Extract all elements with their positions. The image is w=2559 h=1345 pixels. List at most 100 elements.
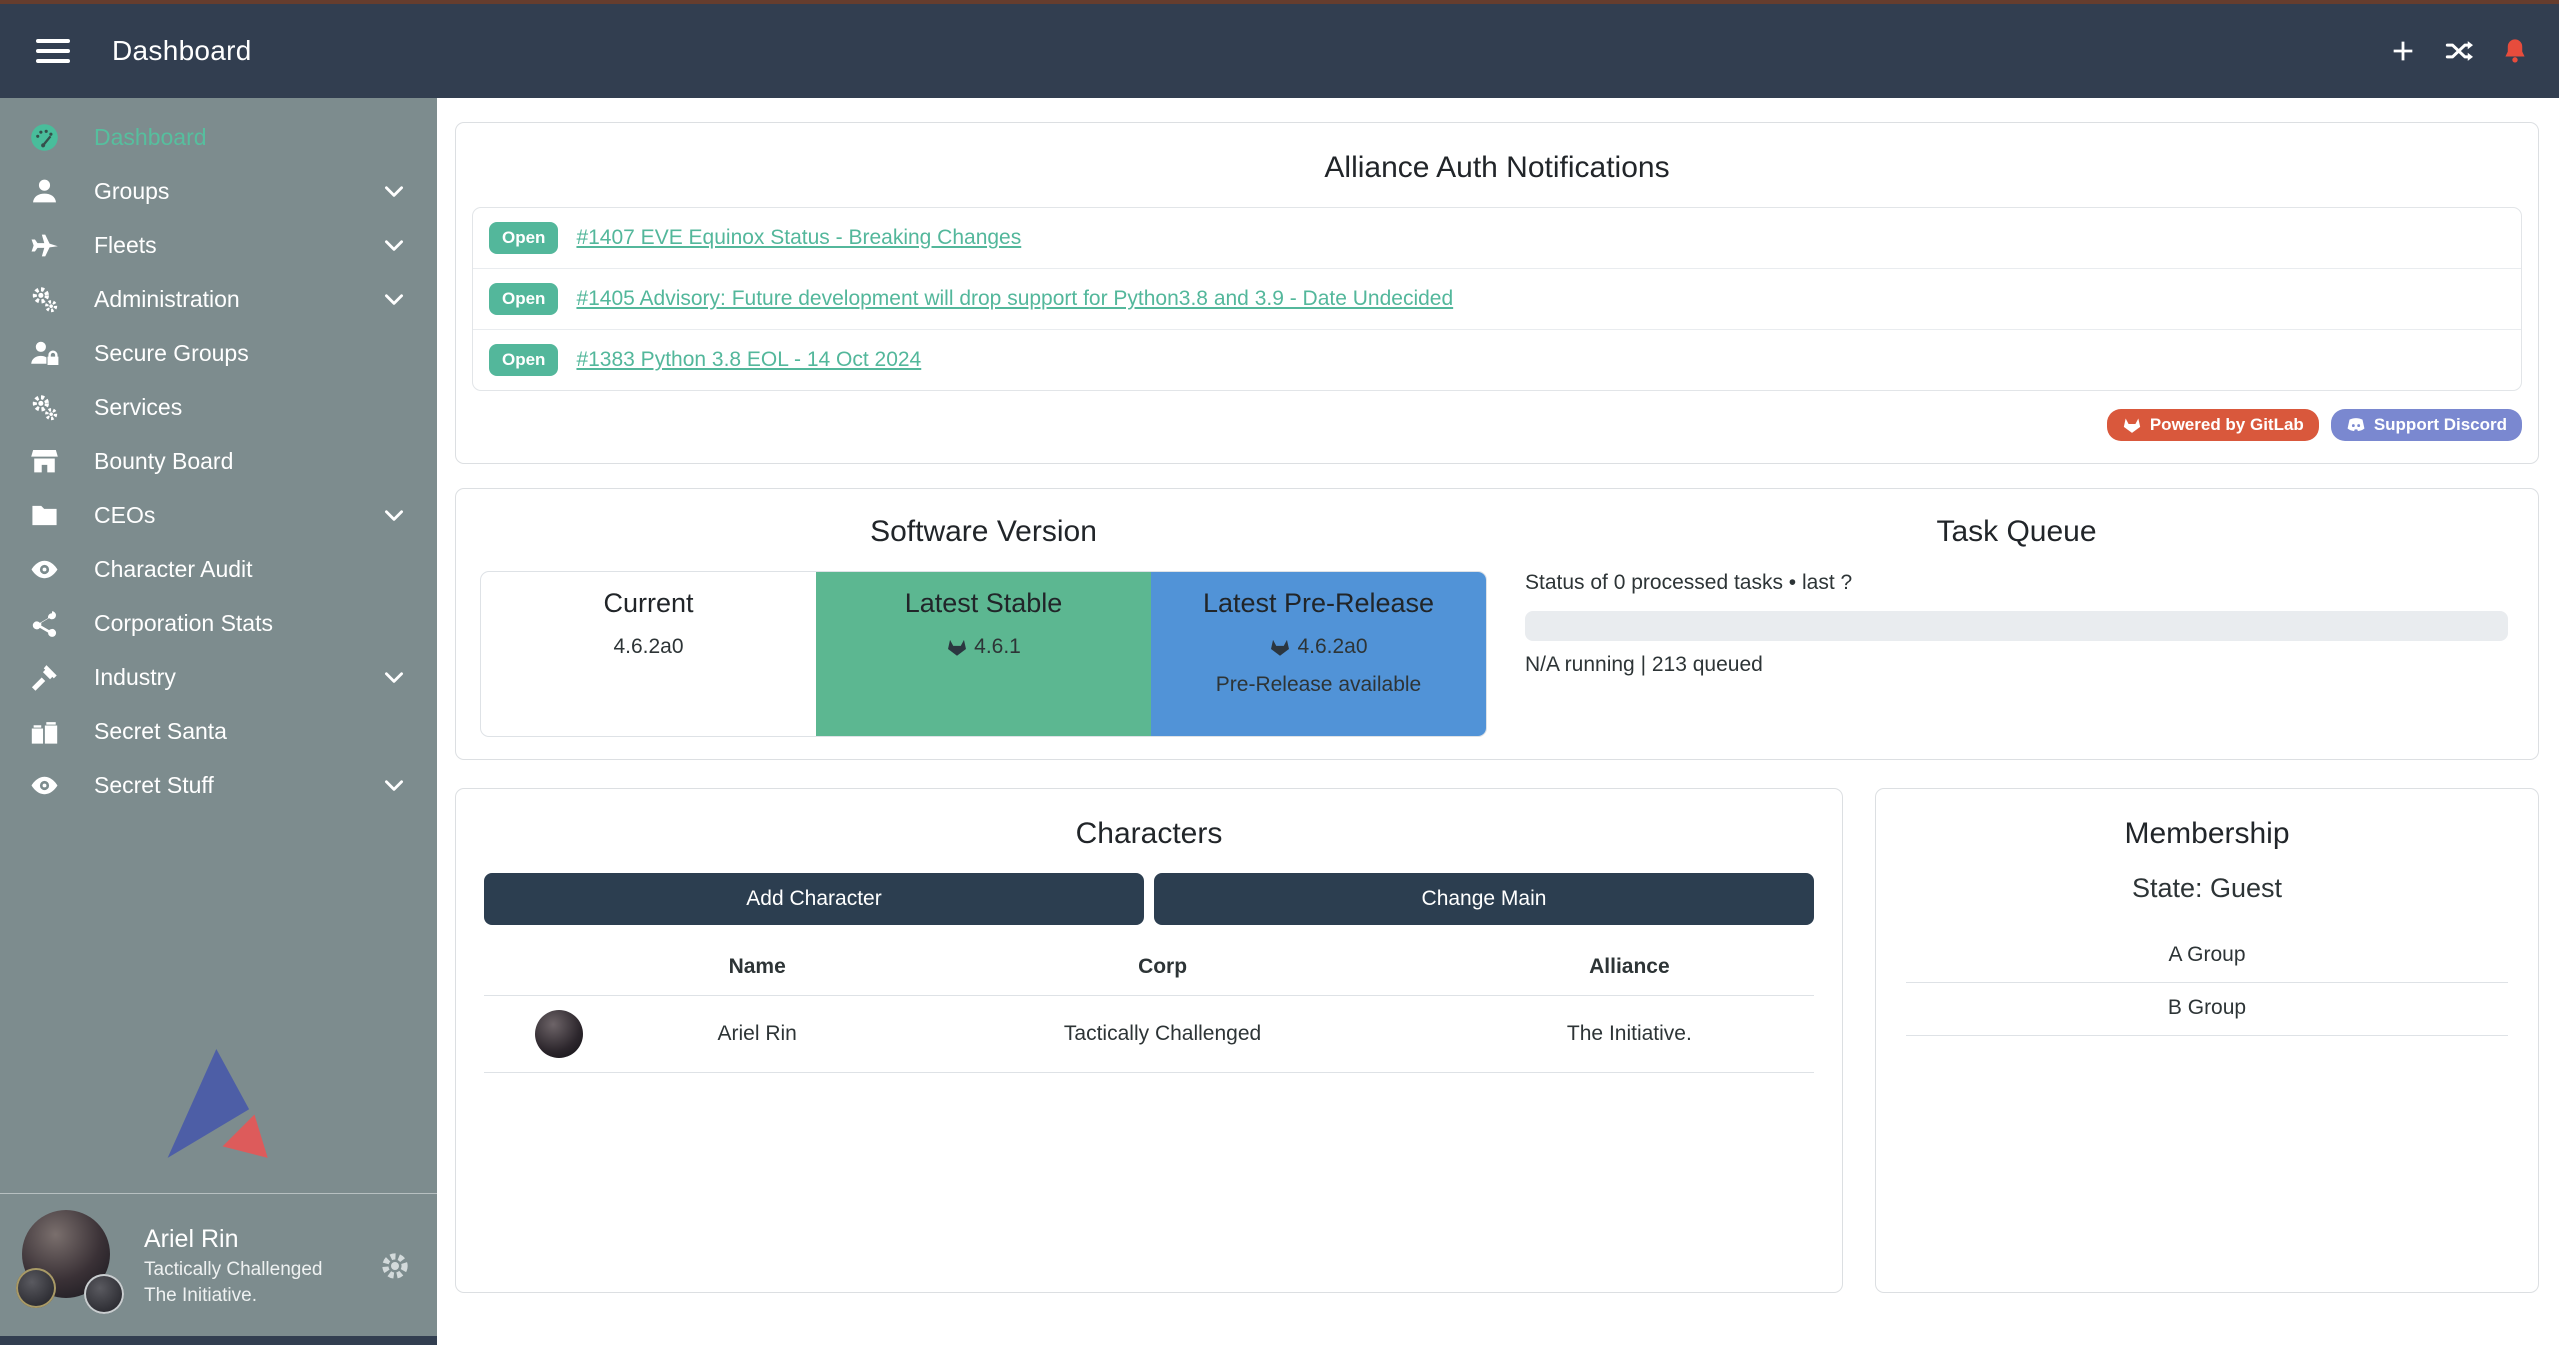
- sidebar-item-label: Secret Santa: [94, 718, 227, 745]
- membership-card: Membership State: Guest A Group B Group: [1875, 788, 2539, 1293]
- column-header-name: Name: [634, 941, 880, 996]
- sidebar-item-corporation-stats[interactable]: Corporation Stats: [0, 596, 437, 650]
- character-name: Ariel Rin: [634, 996, 880, 1073]
- notification-link[interactable]: #1405 Advisory: Future development will …: [576, 287, 1453, 311]
- sidebar-item-label: Character Audit: [94, 556, 253, 583]
- sidebar-bottom-strip: [0, 1336, 437, 1345]
- characters-title: Characters: [472, 817, 1826, 851]
- version-latest-prerelease: Latest Pre-Release 4.6.2a0 Pre-Release a…: [1151, 572, 1486, 736]
- gears-icon: [30, 392, 66, 422]
- sidebar-item-label: Groups: [94, 178, 169, 205]
- sidebar: Dashboard Groups Fleets Administration S…: [0, 98, 437, 1345]
- settings-gear-icon[interactable]: [379, 1250, 411, 1282]
- badge-label: Support Discord: [2374, 415, 2507, 435]
- version-heading: Current: [481, 588, 816, 619]
- version-heading: Latest Stable: [816, 588, 1151, 619]
- sidebar-item-administration[interactable]: Administration: [0, 272, 437, 326]
- corp-logo: [16, 1268, 56, 1308]
- plus-icon[interactable]: [2389, 37, 2417, 65]
- eye-icon: [30, 770, 66, 800]
- status-badge: Open: [489, 283, 558, 315]
- sidebar-item-label: Corporation Stats: [94, 610, 273, 637]
- shop-icon: [30, 446, 66, 476]
- top-navbar: Dashboard: [0, 4, 2559, 98]
- task-queue-counts: N/A running | 213 queued: [1525, 653, 2508, 677]
- column-header-alliance: Alliance: [1445, 941, 1814, 996]
- sidebar-item-services[interactable]: Services: [0, 380, 437, 434]
- characters-table: Name Corp Alliance Ariel Rin Tactically …: [484, 941, 1814, 1073]
- sidebar-item-label: Bounty Board: [94, 448, 233, 475]
- version-current: Current 4.6.2a0: [481, 572, 816, 736]
- sidebar-item-secure-groups[interactable]: Secure Groups: [0, 326, 437, 380]
- powered-by-gitlab-badge[interactable]: Powered by GitLab: [2107, 409, 2319, 441]
- jet-icon: [30, 230, 66, 260]
- chevron-down-icon: [381, 232, 407, 258]
- version-value: 4.6.2a0: [1297, 635, 1367, 659]
- add-character-button[interactable]: Add Character: [484, 873, 1144, 925]
- task-queue-status: Status of 0 processed tasks • last ?: [1525, 571, 2508, 595]
- version-value: 4.6.1: [974, 635, 1021, 659]
- gauge-icon: [30, 122, 66, 152]
- sidebar-item-ceos[interactable]: CEOs: [0, 488, 437, 542]
- membership-title: Membership: [1892, 817, 2522, 851]
- character-corp: Tactically Challenged: [880, 996, 1444, 1073]
- user-avatar: [22, 1210, 130, 1322]
- software-version-title: Software Version: [480, 515, 1487, 549]
- gifts-icon: [30, 716, 66, 746]
- version-latest-stable: Latest Stable 4.6.1: [816, 572, 1151, 736]
- user-lock-icon: [30, 338, 66, 368]
- sidebar-item-industry[interactable]: Industry: [0, 650, 437, 704]
- folder-icon: [30, 500, 66, 530]
- task-queue-title: Task Queue: [1525, 515, 2508, 549]
- gitlab-icon: [1269, 636, 1291, 658]
- chevron-down-icon: [381, 178, 407, 204]
- version-value: 4.6.2a0: [613, 635, 683, 659]
- software-version-card: Software Version Current 4.6.2a0 Latest …: [455, 488, 2539, 760]
- sidebar-item-label: Dashboard: [94, 124, 207, 151]
- notification-link[interactable]: #1407 EVE Equinox Status - Breaking Chan…: [576, 226, 1021, 250]
- sidebar-item-label: CEOs: [94, 502, 155, 529]
- notifications-card: Alliance Auth Notifications Open #1407 E…: [455, 122, 2539, 464]
- main-content: Alliance Auth Notifications Open #1407 E…: [437, 98, 2559, 1345]
- status-badge: Open: [489, 222, 558, 254]
- user-alliance: The Initiative.: [144, 1283, 323, 1309]
- sidebar-item-label: Services: [94, 394, 182, 421]
- share-icon: [30, 608, 66, 638]
- change-main-button[interactable]: Change Main: [1154, 873, 1814, 925]
- sidebar-item-fleets[interactable]: Fleets: [0, 218, 437, 272]
- membership-group: A Group: [1906, 930, 2508, 983]
- version-note: Pre-Release available: [1151, 673, 1486, 697]
- sidebar-item-groups[interactable]: Groups: [0, 164, 437, 218]
- sidebar-item-secret-santa[interactable]: Secret Santa: [0, 704, 437, 758]
- table-row: Ariel Rin Tactically Challenged The Init…: [484, 996, 1814, 1073]
- chevron-down-icon: [381, 502, 407, 528]
- notification-link[interactable]: #1383 Python 3.8 EOL - 14 Oct 2024: [576, 348, 921, 372]
- sidebar-item-bounty-board[interactable]: Bounty Board: [0, 434, 437, 488]
- bell-icon[interactable]: [2501, 37, 2529, 65]
- chevron-down-icon: [381, 286, 407, 312]
- hammer-icon: [30, 662, 66, 692]
- task-queue-section: Task Queue Status of 0 processed tasks •…: [1495, 505, 2518, 737]
- character-portrait: [535, 1010, 583, 1058]
- shuffle-icon[interactable]: [2445, 37, 2473, 65]
- gears-icon: [30, 284, 66, 314]
- eye-icon: [30, 554, 66, 584]
- version-heading: Latest Pre-Release: [1151, 588, 1486, 619]
- sidebar-item-character-audit[interactable]: Character Audit: [0, 542, 437, 596]
- notifications-title: Alliance Auth Notifications: [472, 151, 2522, 185]
- notifications-list: Open #1407 EVE Equinox Status - Breaking…: [472, 207, 2522, 391]
- chevron-down-icon: [381, 772, 407, 798]
- user-corp: Tactically Challenged: [144, 1257, 323, 1283]
- sidebar-item-dashboard[interactable]: Dashboard: [0, 110, 437, 164]
- list-item: Open #1405 Advisory: Future development …: [473, 268, 2521, 329]
- task-queue-progress-bar: [1525, 611, 2508, 641]
- sidebar-item-secret-stuff[interactable]: Secret Stuff: [0, 758, 437, 812]
- version-boxes: Current 4.6.2a0 Latest Stable 4.6.1 Late…: [480, 571, 1487, 737]
- support-discord-badge[interactable]: Support Discord: [2331, 409, 2522, 441]
- discord-icon: [2346, 415, 2366, 435]
- alliance-logo: [84, 1274, 124, 1314]
- membership-state: State: Guest: [1892, 873, 2522, 904]
- menu-toggle-icon[interactable]: [36, 39, 70, 63]
- sidebar-item-label: Secure Groups: [94, 340, 249, 367]
- status-badge: Open: [489, 344, 558, 376]
